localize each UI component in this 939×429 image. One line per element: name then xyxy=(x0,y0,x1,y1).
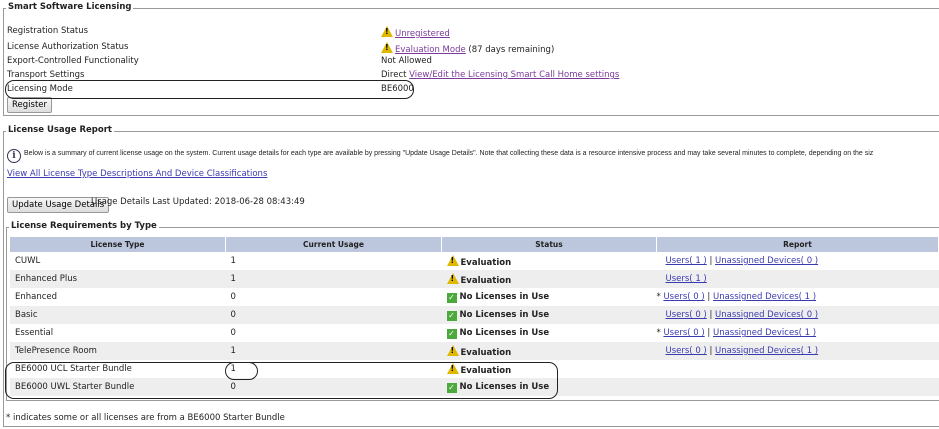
current-usage: 1 xyxy=(230,256,236,266)
report-cell xyxy=(657,360,939,378)
license-type: Basic xyxy=(10,306,226,324)
table-row: Basic 0 ✓ No Licenses in Use Users( 0 ) |… xyxy=(10,306,939,324)
report-cell: Users( 0 ) | Unassigned Devices( 1 ) xyxy=(656,342,939,360)
section-title: Smart Software Licensing xyxy=(6,2,134,12)
check-icon: ✓ xyxy=(446,310,457,321)
status-text: Evaluation xyxy=(460,257,512,268)
report-cell: * Users( 0 ) | Unassigned Devices( 1 ) xyxy=(656,328,817,338)
days-remaining: (87 days remaining) xyxy=(468,45,555,55)
register-button[interactable]: Register xyxy=(7,97,52,113)
setting-value: Evaluation Mode (87 days remaining) xyxy=(381,42,554,55)
bundle-asterisk: * xyxy=(656,328,661,338)
setting-value: Not Allowed xyxy=(381,56,432,66)
table-row: CUWL 1 Evaluation Users( 1 ) | Unassigne… xyxy=(10,252,939,270)
header-report: Report xyxy=(656,237,939,252)
status-text: Evaluation xyxy=(460,347,512,358)
warning-icon xyxy=(446,344,459,356)
unassigned-devices-link[interactable]: Unassigned Devices( 1 ) xyxy=(715,346,818,356)
warning-icon xyxy=(381,26,393,37)
setting-label: Transport Settings xyxy=(7,70,85,80)
table-row: TelePresence Room 1 Evaluation Users( 0 … xyxy=(10,342,939,360)
status-cell: Evaluation xyxy=(441,270,657,288)
value-text: Not Allowed xyxy=(381,56,432,66)
unassigned-devices-link[interactable]: Unassigned Devices( 1 ) xyxy=(713,328,816,338)
setting-label: Export-Controlled Functionality xyxy=(7,56,139,66)
highlight-licensing-mode xyxy=(5,80,414,99)
bundle-asterisk: * xyxy=(656,292,661,302)
license-descriptions-link[interactable]: View All License Type Descriptions And D… xyxy=(7,169,267,179)
header-current-usage: Current Usage xyxy=(225,237,442,252)
footnote: * indicates some or all licenses are fro… xyxy=(6,413,285,423)
status-cell: Evaluation xyxy=(441,342,657,360)
license-type: Enhanced Plus xyxy=(10,270,226,288)
setting-link[interactable]: View/Edit the Licensing Smart Call Home … xyxy=(409,70,619,80)
check-icon: ✓ xyxy=(446,328,457,339)
setting-value: Unregistered xyxy=(381,26,450,39)
info-message: Below is a summary of current license us… xyxy=(24,150,874,157)
warning-icon xyxy=(381,42,393,53)
license-type: CUWL xyxy=(15,256,41,266)
table-row: Enhanced 0 ✓ No Licenses in Use * Users( … xyxy=(10,288,939,306)
status-cell: ✓ No Licenses in Use xyxy=(442,324,657,342)
current-usage: 0 xyxy=(225,306,442,324)
info-icon: i xyxy=(7,149,21,163)
status-cell: ✓ No Licenses in Use xyxy=(441,306,657,324)
setting-link[interactable]: Unregistered xyxy=(395,29,450,39)
license-type: Essential xyxy=(15,328,54,338)
status-cell: ✓ No Licenses in Use xyxy=(442,288,657,306)
setting-value: Direct View/Edit the Licensing Smart Cal… xyxy=(381,70,619,80)
license-type: Enhanced xyxy=(15,292,58,302)
setting-link[interactable]: Evaluation Mode xyxy=(395,45,466,55)
header-license-type: License Type xyxy=(10,237,226,252)
report-cell xyxy=(656,378,939,396)
report-cell: Users( 1 ) xyxy=(656,270,939,288)
users-link[interactable]: Users( 1 ) xyxy=(666,256,707,266)
table-row: Essential 0 ✓ No Licenses in Use * Users(… xyxy=(10,324,939,342)
smart-licensing-section: Smart Software Licensing xyxy=(3,2,939,116)
users-link[interactable]: Users( 0 ) xyxy=(666,310,707,320)
unassigned-devices-link[interactable]: Unassigned Devices( 0 ) xyxy=(715,256,818,266)
last-updated-text: Usage Details Last Updated: 2018-06-28 0… xyxy=(91,197,305,207)
license-type: TelePresence Room xyxy=(10,342,226,360)
highlight-be6000-rows xyxy=(5,362,558,399)
users-link[interactable]: Users( 0 ) xyxy=(663,292,704,302)
current-usage: 1 xyxy=(225,270,442,288)
section-title: License Requirements by Type xyxy=(9,221,159,231)
warning-icon xyxy=(446,254,459,266)
unassigned-devices-link[interactable]: Unassigned Devices( 0 ) xyxy=(715,310,818,320)
check-icon: ✓ xyxy=(446,292,457,303)
status-text: Evaluation xyxy=(460,275,512,286)
report-cell: * Users( 0 ) | Unassigned Devices( 1 ) xyxy=(656,292,817,302)
setting-label: License Authorization Status xyxy=(7,42,129,52)
status-cell: Evaluation xyxy=(442,252,657,270)
users-link[interactable]: Users( 0 ) xyxy=(666,346,707,356)
value-text: Direct xyxy=(381,70,407,80)
report-cell: Users( 0 ) | Unassigned Devices( 0 ) xyxy=(656,306,939,324)
status-text: No Licenses in Use xyxy=(459,327,550,338)
current-usage: 0 xyxy=(230,328,236,338)
header-status: Status xyxy=(441,237,657,252)
section-title: License Usage Report xyxy=(6,125,114,135)
current-usage: 1 xyxy=(225,342,442,360)
users-link[interactable]: Users( 0 ) xyxy=(663,328,704,338)
status-text: No Licenses in Use xyxy=(459,291,550,302)
status-text: No Licenses in Use xyxy=(459,309,550,320)
current-usage: 0 xyxy=(230,292,236,302)
info-text: i Below is a summary of current license u… xyxy=(7,148,935,163)
unassigned-devices-link[interactable]: Unassigned Devices( 1 ) xyxy=(713,292,816,302)
users-link[interactable]: Users( 1 ) xyxy=(666,274,707,284)
setting-label: Registration Status xyxy=(7,26,89,36)
report-cell: Users( 1 ) | Unassigned Devices( 0 ) xyxy=(665,256,819,266)
table-row: Enhanced Plus 1 Evaluation Users( 1 ) xyxy=(10,270,939,288)
warning-icon xyxy=(446,272,459,284)
